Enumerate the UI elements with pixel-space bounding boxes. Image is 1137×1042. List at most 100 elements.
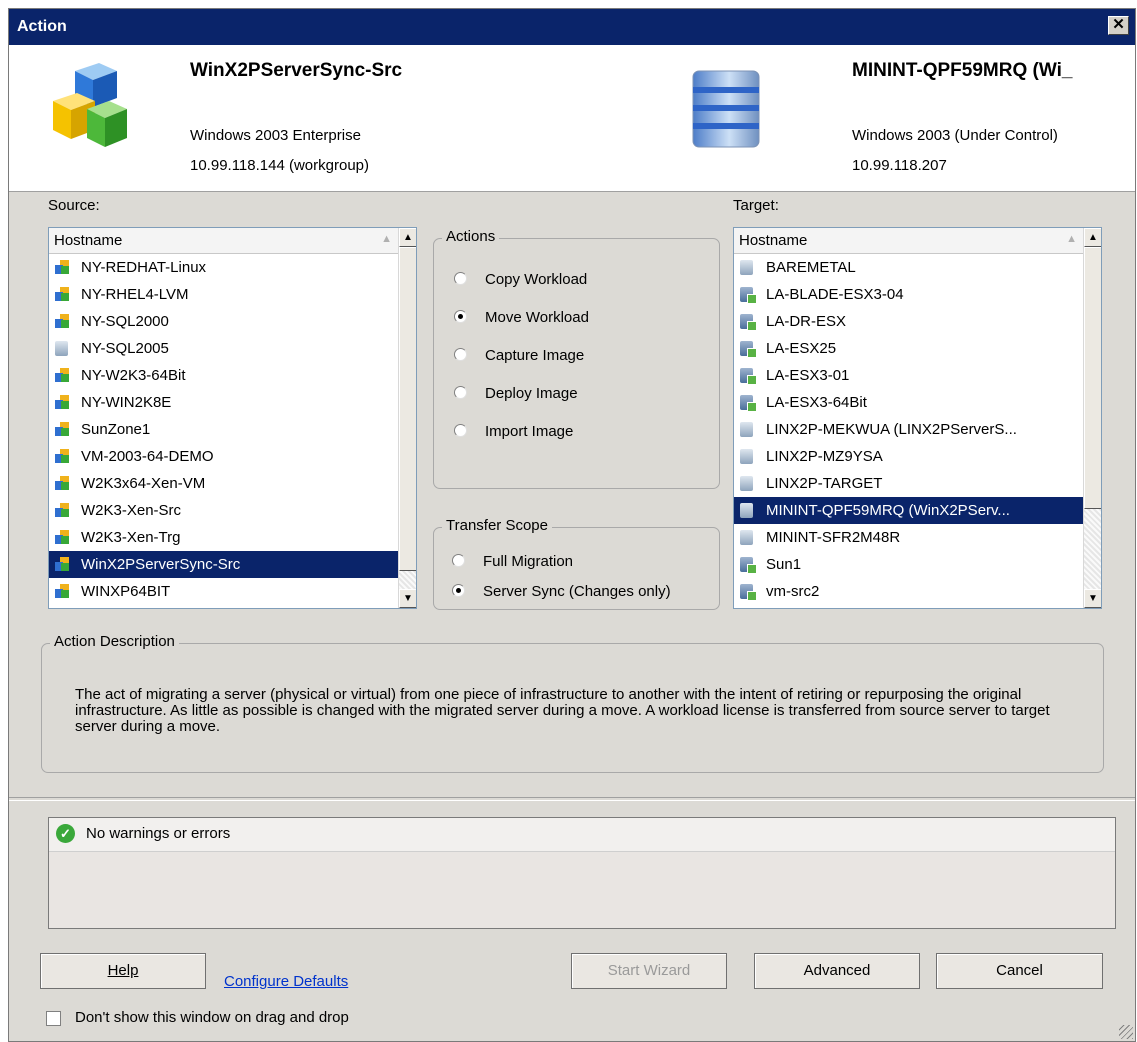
sort-arrow-icon: ▲: [1066, 233, 1077, 245]
source-list-item[interactable]: W2K3-Xen-Trg: [49, 524, 398, 551]
scroll-up-button[interactable]: ▲: [399, 228, 416, 247]
scroll-thumb[interactable]: [1084, 247, 1101, 509]
cancel-label: Cancel: [996, 962, 1043, 979]
target-hostname-column-header[interactable]: Hostname ▲: [734, 228, 1083, 254]
source-server-name: WinX2PServerSync-Src: [190, 60, 403, 81]
radio-button[interactable]: [454, 272, 467, 285]
target-list-item[interactable]: LA-BLADE-ESX3-04: [734, 281, 1083, 308]
radio-button[interactable]: [454, 310, 467, 323]
host-icon: [740, 287, 757, 304]
workload-icon: [55, 395, 69, 409]
source-list-item[interactable]: SunZone1: [49, 416, 398, 443]
container-icon: [740, 260, 753, 275]
list-item-label: WINXP64BIT: [81, 583, 171, 600]
separator: [9, 797, 1135, 801]
message-row[interactable]: ✓ No warnings or errors: [49, 818, 1115, 852]
list-item-label: W2K3-Xen-Trg: [81, 529, 181, 546]
message-text: No warnings or errors: [86, 825, 231, 842]
target-list-item[interactable]: LINX2P-MZ9YSA: [734, 443, 1083, 470]
actions-group: Actions Copy Workload Move Workload Captur…: [433, 228, 720, 489]
start-wizard-label: Start Wizard: [607, 962, 691, 979]
radio-label: Copy Workload: [485, 271, 588, 288]
list-item-label: SunZone1: [81, 421, 151, 438]
source-list-item[interactable]: NY-SQL2000: [49, 308, 398, 335]
radio-button[interactable]: [454, 424, 467, 437]
source-list-item[interactable]: NY-REDHAT-Linux: [49, 254, 398, 281]
source-list-item[interactable]: NY-W2K3-64Bit: [49, 362, 398, 389]
source-scrollbar[interactable]: ▲ ▼: [398, 228, 416, 608]
container-icon: [740, 530, 753, 545]
scroll-down-button[interactable]: ▼: [1084, 589, 1101, 608]
help-button[interactable]: Help: [40, 953, 206, 989]
title-bar[interactable]: Action ✕: [9, 9, 1135, 45]
advanced-button[interactable]: Advanced: [754, 953, 920, 989]
source-listbox[interactable]: Hostname ▲ NY-REDHAT-Linux NY-RHEL4-LVM NY…: [48, 227, 417, 609]
target-list-item[interactable]: BAREMETAL: [734, 254, 1083, 281]
check-icon: ✓: [56, 824, 75, 843]
host-icon: [740, 314, 757, 331]
list-item-label: NY-W2K3-64Bit: [81, 367, 186, 384]
workload-icon: [55, 503, 69, 517]
list-item-label: LINX2P-TARGET: [766, 475, 883, 492]
target-list-item[interactable]: vm-src2: [734, 578, 1083, 605]
action-dialog: Action ✕ WinX2PServerSync-Src Windows 20…: [8, 8, 1136, 1042]
container-icon: [740, 422, 753, 437]
source-list-item[interactable]: VM-2003-64-DEMO: [49, 443, 398, 470]
target-list-item[interactable]: MININT-SFR2M48R: [734, 524, 1083, 551]
scroll-thumb[interactable]: [399, 247, 416, 571]
radio-button[interactable]: [454, 386, 467, 399]
list-item-label: Sun1: [766, 556, 802, 573]
list-item-label: NY-SQL2005: [81, 340, 169, 357]
configure-defaults-link[interactable]: Configure Defaults: [224, 973, 348, 990]
list-item-label: LA-ESX3-64Bit: [766, 394, 867, 411]
source-list-item[interactable]: NY-WIN2K8E: [49, 389, 398, 416]
source-list-item[interactable]: W2K3x64-Xen-VM: [49, 470, 398, 497]
start-wizard-button[interactable]: Start Wizard: [571, 953, 727, 989]
radio-button[interactable]: [454, 348, 467, 361]
target-list-item[interactable]: Sun1: [734, 551, 1083, 578]
scroll-down-button[interactable]: ▼: [399, 589, 416, 608]
server-icon: [55, 341, 68, 356]
target-column-label: Hostname: [739, 232, 808, 249]
target-scrollbar[interactable]: ▲ ▼: [1083, 228, 1101, 608]
help-button-label: Help: [107, 962, 139, 979]
actions-group-title: Actions: [442, 228, 500, 245]
list-item-label: LINX2P-MZ9YSA: [766, 448, 883, 465]
workload-icon: [55, 368, 69, 382]
transfer-scope-group: Transfer Scope Full Migration Server Sync…: [433, 517, 720, 610]
radio-label: Capture Image: [485, 347, 585, 364]
dont-show-checkbox[interactable]: [46, 1011, 61, 1026]
list-item-label: WinX2PServerSync-Src: [81, 556, 241, 573]
source-list-item[interactable]: WinX2PServerSync-Src: [49, 551, 398, 578]
radio-label: Server Sync (Changes only): [483, 583, 671, 600]
target-list-item[interactable]: LINX2P-MEKWUA (LINX2PServerS...: [734, 416, 1083, 443]
resize-grip[interactable]: [1119, 1025, 1133, 1039]
target-listbox[interactable]: Hostname ▲ BAREMETAL LA-BLADE-ESX3-04 LA-D…: [733, 227, 1102, 609]
close-button[interactable]: ✕: [1108, 16, 1129, 35]
target-list-item[interactable]: LA-ESX25: [734, 335, 1083, 362]
target-list-item[interactable]: LA-ESX3-64Bit: [734, 389, 1083, 416]
list-item-label: LA-DR-ESX: [766, 313, 847, 330]
target-list-item[interactable]: LA-ESX3-01: [734, 362, 1083, 389]
cancel-button[interactable]: Cancel: [936, 953, 1103, 989]
target-list-item[interactable]: LA-DR-ESX: [734, 308, 1083, 335]
host-icon: [740, 395, 757, 412]
radio-label: Import Image: [485, 423, 574, 440]
transfer-scope-title: Transfer Scope: [442, 517, 552, 534]
list-item-label: LA-ESX25: [766, 340, 837, 357]
source-list-item[interactable]: NY-RHEL4-LVM: [49, 281, 398, 308]
dont-show-label: Don't show this window on drag and drop: [75, 1009, 349, 1026]
source-list-item[interactable]: NY-SQL2005: [49, 335, 398, 362]
source-list-item[interactable]: WINXP64BIT: [49, 578, 398, 605]
host-icon: [740, 584, 757, 601]
host-icon: [740, 557, 757, 574]
radio-label: Deploy Image: [485, 385, 578, 402]
list-item-label: NY-RHEL4-LVM: [81, 286, 189, 303]
target-list-item[interactable]: LINX2P-TARGET: [734, 470, 1083, 497]
radio-button[interactable]: [452, 584, 465, 597]
source-list-item[interactable]: W2K3-Xen-Src: [49, 497, 398, 524]
radio-button[interactable]: [452, 554, 465, 567]
target-list-item[interactable]: MININT-QPF59MRQ (WinX2PServ...: [734, 497, 1083, 524]
scroll-up-button[interactable]: ▲: [1084, 228, 1101, 247]
source-hostname-column-header[interactable]: Hostname ▲: [49, 228, 398, 254]
